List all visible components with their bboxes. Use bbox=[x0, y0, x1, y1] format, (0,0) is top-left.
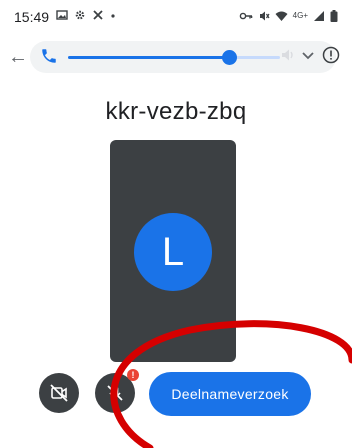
gear-icon bbox=[75, 10, 85, 20]
battery-icon bbox=[330, 10, 338, 22]
back-arrow-icon[interactable]: ← bbox=[8, 46, 28, 68]
status-left-icons bbox=[56, 9, 116, 21]
chevron-down-icon[interactable] bbox=[300, 47, 316, 63]
key-icon bbox=[239, 12, 252, 20]
call-control-strip: ← bbox=[0, 38, 352, 76]
mic-alert-badge: ! bbox=[127, 369, 139, 381]
status-right-icons: 4G+ bbox=[239, 9, 338, 23]
info-icon[interactable] bbox=[322, 46, 340, 64]
network-label: 4G+ bbox=[292, 11, 308, 20]
signal-icon bbox=[314, 11, 324, 21]
mic-off-icon bbox=[107, 385, 123, 401]
meeting-code-title: kkr-vezb-zbq bbox=[105, 98, 247, 125]
status-time: 15:49 bbox=[14, 9, 50, 25]
volume-slider-thumb[interactable] bbox=[222, 50, 237, 65]
volume-slider-fill bbox=[68, 56, 230, 59]
status-bar: 15:49 4G+ bbox=[0, 0, 352, 34]
mute-icon bbox=[259, 11, 270, 21]
dot-icon bbox=[111, 14, 115, 18]
camera-toggle-button[interactable] bbox=[39, 373, 79, 413]
wifi-icon bbox=[275, 11, 288, 21]
self-preview-tile: L bbox=[110, 140, 236, 362]
ask-to-join-button[interactable]: Deelnameverzoek bbox=[149, 372, 311, 416]
volume-slider-track[interactable] bbox=[230, 56, 280, 59]
camera-off-icon bbox=[50, 384, 68, 402]
tools-icon bbox=[93, 10, 103, 20]
phone-icon[interactable] bbox=[40, 47, 58, 65]
image-icon bbox=[56, 10, 68, 20]
avatar: L bbox=[134, 213, 212, 291]
speaker-icon bbox=[282, 49, 293, 61]
